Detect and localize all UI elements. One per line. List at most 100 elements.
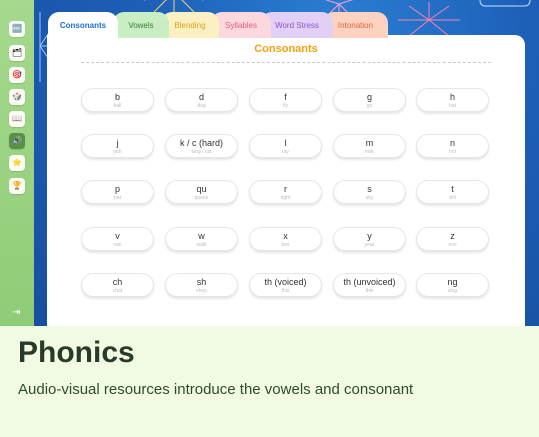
consonant-card[interactable]: w walk: [165, 227, 238, 251]
consonant-symbol: d: [198, 92, 204, 102]
sidebar-item-games[interactable]: 🎲: [9, 89, 25, 105]
star-icon: ⭐: [12, 158, 22, 167]
consonant-card[interactable]: ng sing: [416, 273, 489, 297]
tab-syllables[interactable]: Syllables: [211, 12, 271, 38]
example-word: van: [113, 242, 122, 248]
consonant-symbol: p: [114, 184, 120, 194]
tab-consonants[interactable]: Consonants: [48, 12, 118, 38]
example-word: lay: [282, 149, 289, 155]
tab-word-stress[interactable]: Word Stress: [261, 12, 333, 38]
sidebar-item-words[interactable]: 🗂: [9, 45, 25, 61]
firework-decoration: [479, 0, 531, 7]
consonant-card[interactable]: j jam: [81, 134, 154, 158]
sidebar-item-practice[interactable]: 🎯: [9, 67, 25, 83]
consonant-card[interactable]: r right: [249, 180, 322, 204]
consonant-symbol: x: [283, 231, 288, 241]
example-word: shop: [196, 288, 207, 294]
tab-vowels[interactable]: Vowels: [113, 12, 169, 38]
sidebar-item-phonics[interactable]: 🔊: [9, 133, 25, 149]
consonant-symbol: n: [449, 138, 455, 148]
title-divider: [81, 62, 491, 63]
book-icon: 📖: [12, 114, 22, 123]
example-word: milk: [365, 149, 374, 155]
collapse-sidebar-icon[interactable]: ⇥: [12, 307, 20, 318]
caption-title: Phonics: [18, 336, 135, 369]
consonants-panel: Consonants b ball d dog f fly g go h hat j jam k / c…: [47, 35, 525, 326]
consonant-symbol: l: [284, 138, 287, 148]
consonant-symbol: qu: [196, 184, 207, 194]
consonant-symbol: f: [284, 92, 287, 102]
target-icon: 🎯: [12, 70, 22, 79]
consonant-card[interactable]: n not: [416, 134, 489, 158]
sidebar-item-reading[interactable]: 📖: [9, 111, 25, 127]
consonant-symbol: r: [284, 184, 287, 194]
example-word: zoo: [448, 242, 457, 248]
consonant-card[interactable]: m milk: [333, 134, 406, 158]
consonant-card[interactable]: s sky: [333, 180, 406, 204]
firework-decoration: [398, 2, 460, 37]
consonant-card[interactable]: p pat: [81, 180, 154, 204]
consonant-card[interactable]: y year: [333, 227, 406, 251]
consonant-card[interactable]: sh shop: [165, 273, 238, 297]
example-word: chat: [112, 288, 123, 294]
sidebar-item-alphabet[interactable]: 🔤: [9, 21, 25, 37]
tab-blending[interactable]: Blending: [161, 12, 219, 38]
consonant-card[interactable]: t tell: [416, 180, 489, 204]
example-word: jam: [113, 149, 122, 155]
consonant-card[interactable]: x box: [249, 227, 322, 251]
alphabet-icon: 🔤: [12, 24, 22, 33]
consonant-symbol: h: [449, 92, 455, 102]
consonant-symbol: sh: [196, 277, 207, 287]
example-word: tell: [449, 195, 456, 201]
game-icon: 🎲: [12, 92, 22, 101]
consonant-card[interactable]: v van: [81, 227, 154, 251]
consonant-symbol: j: [116, 138, 119, 148]
example-word: thin: [365, 288, 374, 294]
consonant-symbol: ng: [447, 277, 458, 287]
consonant-symbol: b: [114, 92, 120, 102]
consonant-card[interactable]: z zoo: [416, 227, 489, 251]
example-word: hat: [449, 103, 456, 109]
consonant-card[interactable]: b ball: [81, 88, 154, 112]
sidebar-item-trophy[interactable]: 🏆: [9, 178, 25, 194]
consonant-symbol: m: [365, 138, 374, 148]
consonant-symbol: g: [366, 92, 372, 102]
consonant-symbol: y: [367, 231, 372, 241]
example-word: this: [281, 288, 290, 294]
example-word: walk: [196, 242, 207, 248]
stack-icon: 🗂: [11, 48, 23, 57]
sidebar: 🔤 🗂 🎯 🎲 📖 🔊 ⭐ 🏆 ⇥: [0, 0, 34, 326]
consonant-symbol: s: [367, 184, 372, 194]
example-word: not: [449, 149, 456, 155]
example-word: dog: [197, 103, 206, 109]
consonant-symbol: w: [198, 231, 205, 241]
example-word: pat: [114, 195, 121, 201]
consonant-card[interactable]: th (voiced) this: [249, 273, 322, 297]
consonant-card[interactable]: h hat: [416, 88, 489, 112]
consonant-symbol: z: [450, 231, 455, 241]
consonant-card[interactable]: g go: [333, 88, 406, 112]
consonant-card[interactable]: ch chat: [81, 273, 154, 297]
caption-description: Audio-visual resources introduce the vow…: [18, 381, 414, 398]
example-word: go: [366, 103, 373, 109]
sidebar-item-rewards[interactable]: ⭐: [9, 155, 25, 171]
consonant-card[interactable]: l lay: [249, 134, 322, 158]
example-word: ball: [113, 103, 122, 109]
example-word: king / cat: [191, 149, 212, 155]
sound-icon: 🔊: [12, 136, 22, 145]
example-word: sky: [365, 195, 374, 201]
example-word: year: [364, 242, 375, 248]
consonant-card[interactable]: f fly: [249, 88, 322, 112]
trophy-icon: 🏆: [12, 181, 22, 190]
consonant-card[interactable]: d dog: [165, 88, 238, 112]
example-word: fly: [283, 103, 288, 109]
consonant-card[interactable]: th (unvoiced) thin: [333, 273, 406, 297]
example-word: queen: [194, 195, 209, 201]
consonant-card[interactable]: k / c (hard) king / cat: [165, 134, 238, 158]
example-word: right: [280, 195, 291, 201]
consonant-symbol: ch: [112, 277, 123, 287]
consonant-card[interactable]: qu queen: [165, 180, 238, 204]
consonant-symbol: th (voiced): [264, 277, 307, 287]
consonant-symbol: th (unvoiced): [343, 277, 396, 287]
example-word: sing: [447, 288, 458, 294]
